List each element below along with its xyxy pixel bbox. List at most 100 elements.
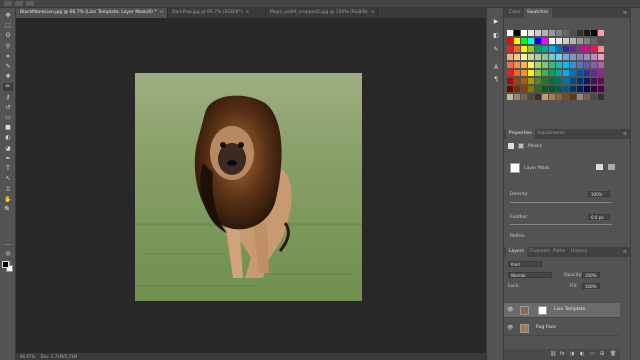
swatch[interactable] bbox=[542, 86, 548, 92]
close-tab-icon[interactable]: × bbox=[160, 10, 164, 15]
swatch[interactable] bbox=[591, 30, 597, 36]
document-tab[interactable]: BlackManeLion.jpg @ 66.7% (Lion Template… bbox=[16, 8, 168, 18]
move-tool[interactable]: ✥ bbox=[3, 12, 13, 20]
spot-healing-tool[interactable]: ✚ bbox=[3, 73, 13, 81]
tab-layers[interactable]: Layers bbox=[506, 247, 527, 257]
swatch[interactable] bbox=[521, 62, 527, 68]
swatch[interactable] bbox=[521, 54, 527, 60]
swatch[interactable] bbox=[542, 62, 548, 68]
panel-menu-icon[interactable]: ≡ bbox=[623, 129, 627, 139]
zoom-level[interactable]: 66.67% bbox=[20, 354, 35, 359]
swatch[interactable] bbox=[577, 78, 583, 84]
new-layer-icon[interactable]: ⊞ bbox=[600, 351, 604, 357]
swatch[interactable] bbox=[507, 94, 513, 100]
swatch[interactable] bbox=[549, 78, 555, 84]
swatch[interactable] bbox=[556, 86, 562, 92]
swatch[interactable] bbox=[556, 78, 562, 84]
swatch[interactable] bbox=[563, 86, 569, 92]
opacity-field[interactable]: 100% bbox=[582, 272, 600, 278]
swatch[interactable] bbox=[542, 30, 548, 36]
swatch[interactable] bbox=[514, 78, 520, 84]
swatch[interactable] bbox=[584, 70, 590, 76]
visibility-eye-icon[interactable]: 👁 bbox=[507, 325, 513, 331]
path-select-tool[interactable]: ↖ bbox=[3, 175, 13, 183]
swatch[interactable] bbox=[570, 46, 576, 52]
swatch[interactable] bbox=[563, 94, 569, 100]
layer-filter-kind[interactable]: Kind bbox=[508, 261, 542, 267]
swatch[interactable] bbox=[577, 38, 583, 44]
swatch[interactable] bbox=[549, 38, 555, 44]
swatch[interactable] bbox=[535, 94, 541, 100]
tab-paths[interactable]: Paths bbox=[550, 247, 568, 257]
panel-menu-icon[interactable]: ≡ bbox=[623, 8, 627, 18]
swatch[interactable] bbox=[535, 46, 541, 52]
swatch[interactable] bbox=[584, 86, 590, 92]
swatch[interactable] bbox=[591, 38, 597, 44]
swatch[interactable] bbox=[542, 54, 548, 60]
swatch[interactable] bbox=[570, 62, 576, 68]
swatch[interactable] bbox=[514, 62, 520, 68]
swatch[interactable] bbox=[528, 30, 534, 36]
brush-tool[interactable]: ✏ bbox=[3, 83, 13, 92]
swatch[interactable] bbox=[507, 30, 513, 36]
layer-name[interactable]: Pug Face bbox=[536, 325, 556, 330]
swatch[interactable] bbox=[521, 78, 527, 84]
swatch[interactable] bbox=[598, 70, 604, 76]
rectangle-tool[interactable]: ▯ bbox=[3, 185, 13, 193]
swatch[interactable] bbox=[598, 30, 604, 36]
swatch[interactable] bbox=[598, 62, 604, 68]
swatch[interactable] bbox=[514, 38, 520, 44]
swatch[interactable] bbox=[570, 30, 576, 36]
paragraph-icon[interactable]: ¶ bbox=[492, 76, 500, 84]
swatch[interactable] bbox=[507, 78, 513, 84]
swatch[interactable] bbox=[521, 94, 527, 100]
tab-channels[interactable]: Channels bbox=[526, 247, 553, 257]
swatch[interactable] bbox=[507, 62, 513, 68]
mask-option-icon[interactable] bbox=[596, 164, 603, 170]
swatch[interactable] bbox=[535, 78, 541, 84]
swatch[interactable] bbox=[514, 54, 520, 60]
swatch[interactable] bbox=[528, 94, 534, 100]
blend-mode-select[interactable]: Normal bbox=[508, 272, 552, 278]
feather-slider[interactable] bbox=[510, 224, 612, 225]
swatch[interactable] bbox=[563, 62, 569, 68]
swatch[interactable] bbox=[507, 70, 513, 76]
swatch[interactable] bbox=[535, 54, 541, 60]
swatch[interactable] bbox=[528, 46, 534, 52]
swatch[interactable] bbox=[584, 46, 590, 52]
play-icon[interactable]: ▶ bbox=[492, 18, 500, 26]
swatch[interactable] bbox=[584, 94, 590, 100]
swatch[interactable] bbox=[549, 46, 555, 52]
swatch[interactable] bbox=[528, 78, 534, 84]
swatch[interactable] bbox=[556, 94, 562, 100]
tab-swatches[interactable]: Swatches bbox=[524, 8, 552, 18]
crop-tool[interactable]: ⌗ bbox=[3, 53, 13, 61]
swatch[interactable] bbox=[570, 86, 576, 92]
swatch[interactable] bbox=[549, 86, 555, 92]
swatch[interactable] bbox=[549, 30, 555, 36]
swatch[interactable] bbox=[514, 86, 520, 92]
swatch[interactable] bbox=[556, 30, 562, 36]
swatch[interactable] bbox=[584, 54, 590, 60]
fill-field[interactable]: 100% bbox=[582, 283, 600, 289]
history-brush-tool[interactable]: ↺ bbox=[3, 104, 13, 112]
character-icon[interactable]: A bbox=[492, 64, 500, 72]
swatch[interactable] bbox=[570, 94, 576, 100]
swatch[interactable] bbox=[535, 38, 541, 44]
swatch[interactable] bbox=[584, 30, 590, 36]
swatch[interactable] bbox=[598, 46, 604, 52]
swatch[interactable] bbox=[528, 38, 534, 44]
link-layers-icon[interactable]: ⛓ bbox=[550, 351, 556, 357]
swatch[interactable] bbox=[570, 70, 576, 76]
eraser-tool[interactable]: ▭ bbox=[3, 114, 13, 122]
swatch[interactable] bbox=[542, 78, 548, 84]
swatch[interactable] bbox=[563, 78, 569, 84]
swatch[interactable] bbox=[521, 86, 527, 92]
swatch[interactable] bbox=[598, 94, 604, 100]
swatch[interactable] bbox=[507, 46, 513, 52]
quick-mask[interactable]: ◎ bbox=[3, 250, 13, 258]
delete-layer-icon[interactable]: 🗑 bbox=[610, 351, 616, 357]
swatch[interactable] bbox=[507, 86, 513, 92]
swatch[interactable] bbox=[584, 38, 590, 44]
swatch[interactable] bbox=[598, 86, 604, 92]
